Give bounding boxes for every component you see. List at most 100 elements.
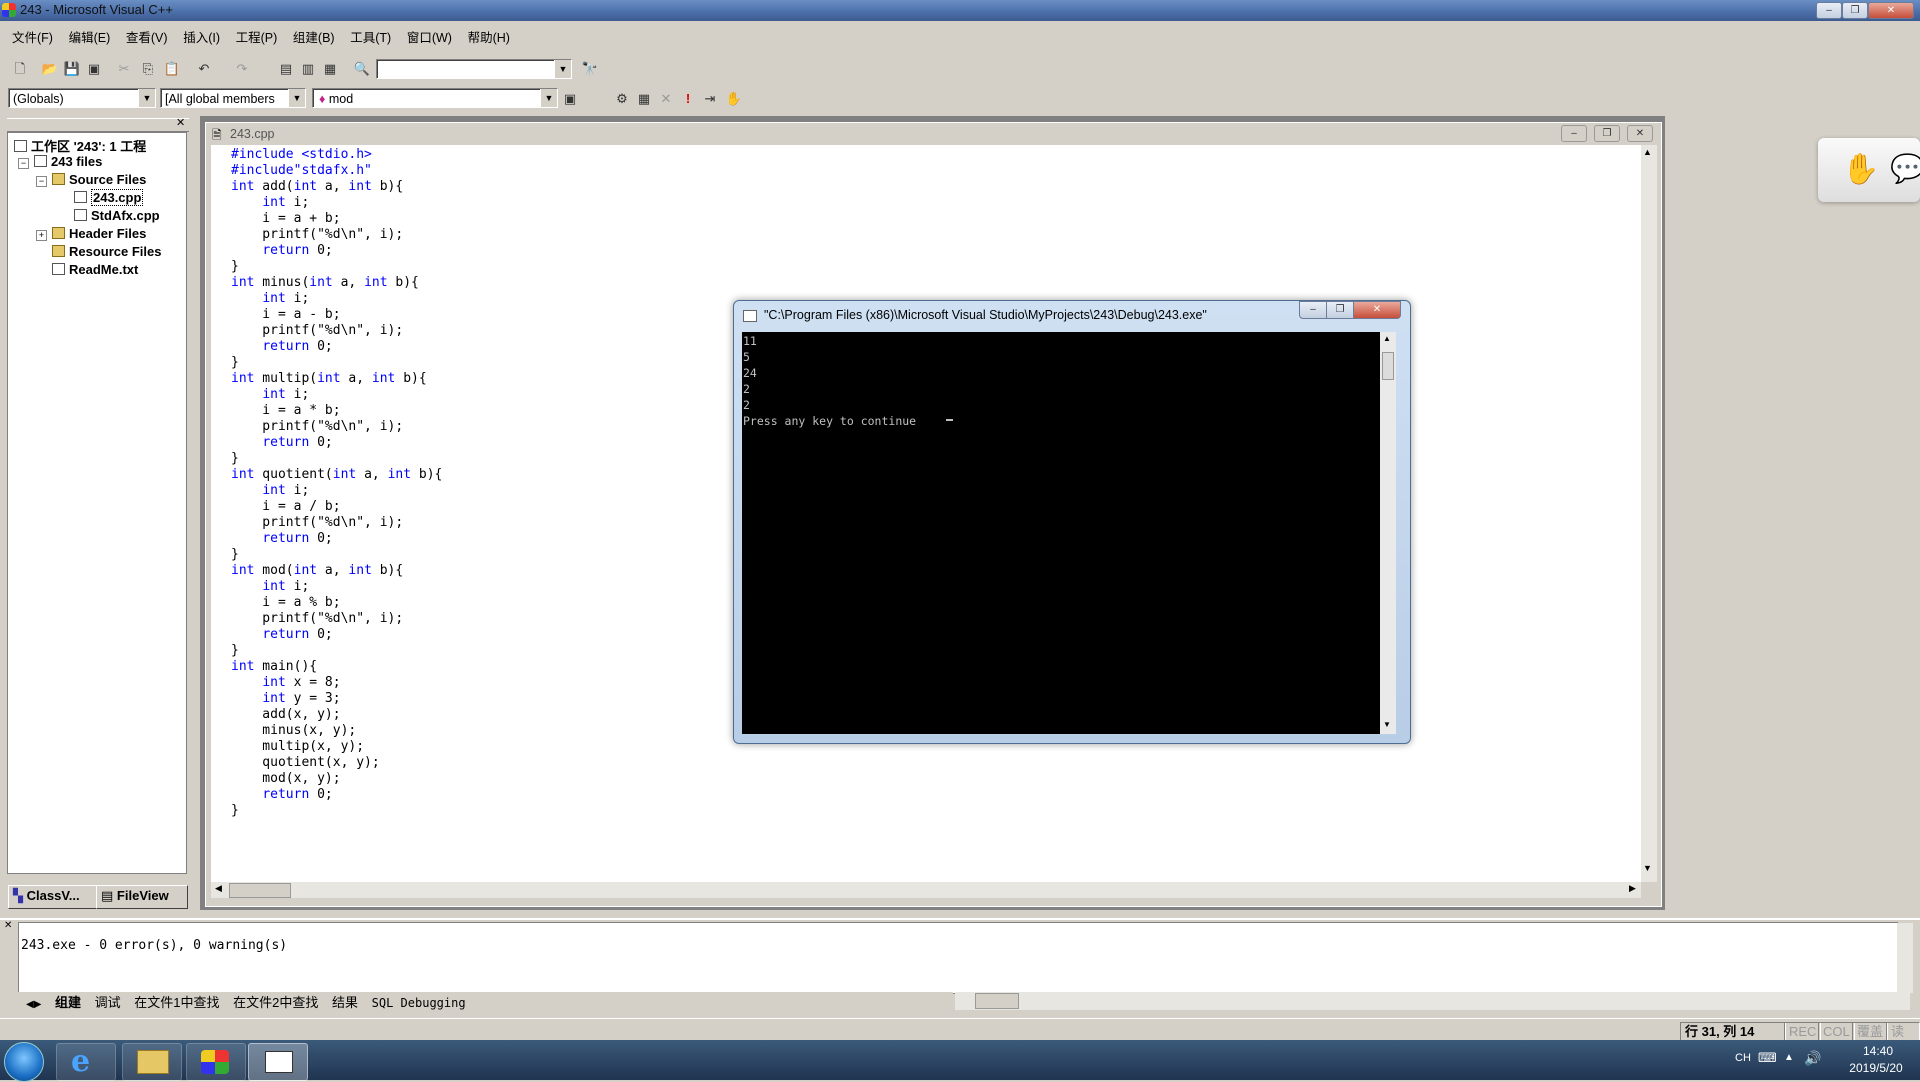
- menu-view[interactable]: 查看(V): [126, 27, 168, 49]
- readme-node[interactable]: ReadMe.txt: [69, 262, 138, 277]
- tab-build[interactable]: 组建: [55, 995, 81, 1010]
- output-hscroll-thumb[interactable]: [975, 993, 1019, 1009]
- scroll-right-icon[interactable]: ▶: [1629, 883, 1636, 894]
- code-line[interactable]: #include"stdafx.h": [231, 163, 442, 179]
- code-line[interactable]: i = a - b;: [231, 307, 442, 323]
- scroll-up-icon[interactable]: ▲: [1383, 334, 1391, 343]
- file-stdafx-cpp[interactable]: StdAfx.cpp: [91, 208, 160, 223]
- chevron-down-icon[interactable]: ▼: [540, 89, 557, 107]
- find-in-files-icon[interactable]: 🔍: [352, 59, 372, 79]
- scroll-left-icon[interactable]: ◀: [215, 883, 222, 894]
- editor-horizontal-scrollbar[interactable]: ◀ ▶: [211, 882, 1641, 898]
- output-splitter[interactable]: [0, 918, 1920, 920]
- tab-sql-debugging[interactable]: SQL Debugging: [372, 996, 466, 1010]
- maximize-button[interactable]: ❐: [1842, 2, 1868, 19]
- project-node[interactable]: 243 files: [51, 154, 102, 169]
- new-file-icon[interactable]: 🗋: [10, 59, 30, 79]
- build-icon[interactable]: ▦: [634, 89, 654, 109]
- menu-insert[interactable]: 插入(I): [183, 27, 220, 49]
- breakpoint-hand-icon[interactable]: ✋: [724, 89, 744, 109]
- internet-explorer-icon[interactable]: e: [56, 1043, 116, 1081]
- save-all-icon[interactable]: ▣: [84, 59, 104, 79]
- code-line[interactable]: }: [231, 643, 442, 659]
- cut-icon[interactable]: ✂: [114, 59, 134, 79]
- code-line[interactable]: }: [231, 355, 442, 371]
- workspace-icon[interactable]: ▤: [276, 59, 296, 79]
- code-line[interactable]: }: [231, 547, 442, 563]
- save-icon[interactable]: 💾: [62, 59, 82, 79]
- code-line[interactable]: return 0;: [231, 627, 442, 643]
- code-line[interactable]: printf("%d\n", i);: [231, 515, 442, 531]
- menu-help[interactable]: 帮助(H): [468, 27, 510, 49]
- console-scroll-thumb[interactable]: [1382, 352, 1394, 380]
- collapse-icon[interactable]: −: [36, 176, 47, 187]
- volume-icon[interactable]: 🔊: [1804, 1050, 1821, 1067]
- find-combo[interactable]: ▼: [376, 59, 572, 79]
- ime-indicator[interactable]: CH: [1735, 1052, 1751, 1064]
- editor-minimize-button[interactable]: –: [1561, 125, 1587, 142]
- file-243-cpp[interactable]: 243.cpp: [91, 189, 144, 206]
- scope-combo[interactable]: (Globals) ▼: [8, 88, 156, 108]
- code-line[interactable]: int mod(int a, int b){: [231, 563, 442, 579]
- menu-edit[interactable]: 编辑(E): [69, 27, 111, 49]
- console-maximize-button[interactable]: ❐: [1326, 301, 1354, 319]
- console-close-button[interactable]: ✕: [1353, 301, 1401, 319]
- file-explorer-icon[interactable]: [122, 1043, 182, 1081]
- code-line[interactable]: int i;: [231, 387, 442, 403]
- code-line[interactable]: i = a % b;: [231, 595, 442, 611]
- execute-icon[interactable]: !: [678, 89, 698, 109]
- close-button[interactable]: ✕: [1868, 2, 1914, 19]
- code-line[interactable]: return 0;: [231, 435, 442, 451]
- code-line[interactable]: int add(int a, int b){: [231, 179, 442, 195]
- go-icon[interactable]: ⇥: [700, 89, 720, 109]
- keyboard-icon[interactable]: ⌨: [1758, 1050, 1777, 1066]
- close-icon[interactable]: ✕: [4, 920, 12, 931]
- copy-icon[interactable]: ⎘: [138, 59, 158, 79]
- menu-project[interactable]: 工程(P): [236, 27, 278, 49]
- menu-build[interactable]: 组建(B): [293, 27, 335, 49]
- compile-icon[interactable]: ⚙: [612, 89, 632, 109]
- chevron-down-icon[interactable]: ▼: [138, 89, 155, 107]
- console-output[interactable]: 11 5 24 2 2 Press any key to continue: [742, 332, 1380, 734]
- code-line[interactable]: return 0;: [231, 243, 442, 259]
- console-minimize-button[interactable]: –: [1299, 301, 1327, 319]
- workspace-gripper[interactable]: [7, 118, 189, 132]
- find-icon[interactable]: 🔭: [580, 59, 600, 79]
- console-window[interactable]: "C:\Program Files (x86)\Microsoft Visual…: [733, 300, 1411, 744]
- code-line[interactable]: add(x, y);: [231, 707, 442, 723]
- expand-icon[interactable]: +: [36, 230, 47, 241]
- code-line[interactable]: int i;: [231, 195, 442, 211]
- tab-find2[interactable]: 在文件2中查找: [233, 995, 318, 1010]
- close-icon[interactable]: ✕: [176, 116, 185, 129]
- menu-tools[interactable]: 工具(T): [350, 27, 391, 49]
- window-list-icon[interactable]: ▦: [320, 59, 340, 79]
- code-line[interactable]: int quotient(int a, int b){: [231, 467, 442, 483]
- source-code[interactable]: #include <stdio.h> #include"stdafx.h" int …: [231, 147, 442, 819]
- tray-arrow-icon[interactable]: ▲: [1784, 1052, 1794, 1063]
- editor-vertical-scrollbar[interactable]: ▲ ▼: [1641, 145, 1657, 882]
- code-line[interactable]: i = a * b;: [231, 403, 442, 419]
- clock-time[interactable]: 14:40: [1852, 1044, 1904, 1058]
- redo-icon[interactable]: ↷: [232, 59, 252, 79]
- touch-widget[interactable]: ✋ 💬: [1818, 138, 1920, 202]
- tab-debug[interactable]: 调试: [95, 995, 121, 1010]
- chevron-down-icon[interactable]: ▼: [554, 60, 571, 78]
- workspace-title[interactable]: 工作区 '243': 1 工程: [31, 139, 146, 154]
- code-line[interactable]: int y = 3;: [231, 691, 442, 707]
- scroll-down-icon[interactable]: ▼: [1643, 863, 1652, 873]
- collapse-icon[interactable]: −: [18, 158, 29, 169]
- visual-cpp-icon[interactable]: [186, 1043, 246, 1081]
- editor-close-button[interactable]: ✕: [1627, 125, 1653, 142]
- resource-files-node[interactable]: Resource Files: [69, 244, 162, 259]
- code-line[interactable]: int multip(int a, int b){: [231, 371, 442, 387]
- scroll-up-icon[interactable]: ▲: [1643, 147, 1652, 157]
- tab-results[interactable]: 结果: [332, 995, 358, 1010]
- header-files-node[interactable]: Header Files: [69, 226, 146, 241]
- code-line[interactable]: multip(x, y);: [231, 739, 442, 755]
- code-line[interactable]: return 0;: [231, 339, 442, 355]
- paste-icon[interactable]: 📋: [162, 59, 182, 79]
- output-window-icon[interactable]: ▥: [298, 59, 318, 79]
- tab-scroll-icon[interactable]: ◀▶: [26, 999, 41, 1010]
- function-combo[interactable]: ♦ mod ▼: [312, 88, 558, 108]
- code-line[interactable]: return 0;: [231, 787, 442, 803]
